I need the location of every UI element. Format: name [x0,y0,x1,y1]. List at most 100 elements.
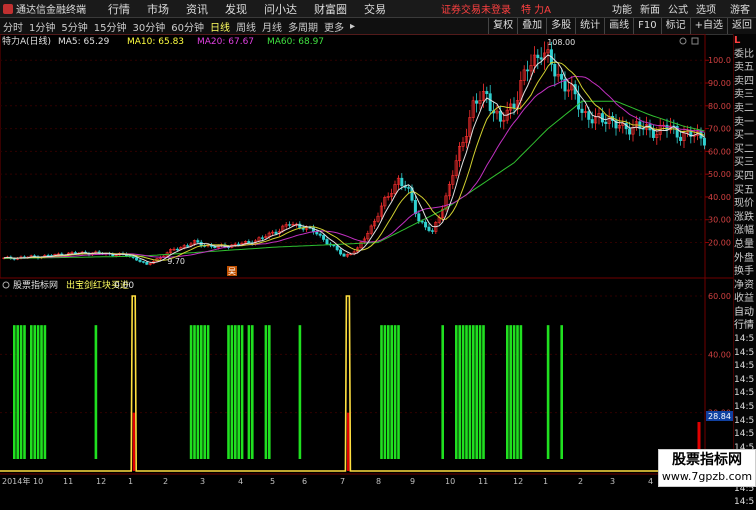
period-5[interactable]: 30分钟 [129,19,168,34]
price-tick-label: 60.00 [708,147,731,156]
quote-item: 买五 [734,184,754,196]
candle-body [539,57,543,60]
period-4[interactable]: 15分钟 [91,19,130,34]
indicator-green-bar [472,325,475,459]
tool-draw[interactable]: 画线 [604,18,633,34]
ma20-line [3,75,705,259]
menu-item-trade[interactable]: 交易 [364,1,386,17]
time-axis-label: 7 [340,477,345,486]
trade-time: 14:5 [734,497,755,508]
tool-stats[interactable]: 统计 [575,18,604,34]
menu-item-market[interactable]: 市场 [147,1,169,17]
indicator-green-bar [383,325,387,459]
candle-body [274,231,278,234]
candle-body [424,221,428,228]
ma60-line [3,100,705,259]
candle-body [679,136,683,141]
quote-item: 现价 [734,198,754,210]
chart-area[interactable]: 特力A (日线) MA5: 65.29 MA10: 65.83 MA20: 67.6… [0,34,733,487]
period-multi[interactable]: 多周期 [285,19,321,34]
menu-item-options[interactable]: 选项 [696,1,716,16]
period-6[interactable]: 60分钟 [168,19,207,34]
tool-adjust[interactable]: 复权 [488,18,517,34]
side-panel-corner: L [734,35,741,46]
menu-item-discover[interactable]: 发现 [225,1,247,17]
period-more[interactable]: 更多 [321,19,347,34]
indicator-green-bar [264,325,268,459]
candle-body [560,73,564,80]
menu-item-formula[interactable]: 公式 [668,1,688,16]
watermark-logo: 股票指标网 www.7gpzb.com [658,449,756,487]
candle-body [135,257,139,261]
indicator-green-bar [546,325,550,459]
app-title: 通达信金融终端 [16,5,86,16]
indicator-green-bar [516,325,519,459]
quote-item: 卖三 [734,89,754,101]
indicator-green-bar [247,325,251,459]
auto-label[interactable]: 自动 [734,306,756,320]
candle-body [318,233,322,236]
price-tick-label: 30.00 [708,216,731,225]
indicator-toggle-icon[interactable] [2,281,10,289]
login-status[interactable]: 证券交易未登录 [441,1,511,16]
top-right-menu: 功能 新面 公式 选项 游客 [604,0,756,17]
maximize-icon[interactable] [691,37,699,45]
candle-body [427,226,431,231]
quote-item: 净资 [734,279,754,291]
event-marker[interactable]: 吴 [227,266,237,276]
indicator-red-bar [346,412,350,471]
tool-back[interactable]: 返回 [727,18,756,34]
indicator-green-bar [458,325,461,459]
menu-item-wealth[interactable]: 财富圈 [314,1,347,17]
tool-f10[interactable]: F10 [633,18,660,34]
tool-add-watchlist[interactable]: +自选 [689,18,727,34]
quote-side-panel: L 委比 卖五 卖四 卖三 卖二 卖一 买一 买二 买三 买四 买五 现价 涨跌 涨幅 总量 外盘 换手 净资 收益… [733,34,756,507]
ma-label: MA5: 65.29 [58,37,110,47]
period-2[interactable]: 1分钟 [26,19,58,34]
indicator-current-value: 28.84 [706,411,733,421]
time-axis-label: 9 [410,477,415,486]
tool-multi-stock[interactable]: 多股 [546,18,575,34]
candle-body [141,261,145,263]
candle-body [138,259,142,262]
time-axis-label: 1 [543,477,548,486]
time-axis-label: 4 [648,477,653,486]
period-1[interactable]: 分时 [0,19,26,34]
time-axis-label: 3 [610,477,615,486]
indicator-green-bar [268,325,271,459]
period-label: (日线) [26,35,51,47]
menu-item-function[interactable]: 功能 [612,1,632,16]
period-daily[interactable]: 日线 [207,19,233,34]
period-monthly[interactable]: 月线 [259,19,285,34]
price-tick-label: 20.00 [708,239,731,248]
time-axis-label: 6 [302,477,307,486]
indicator-green-bar [390,325,393,459]
ma-label: MA60: 68.97 [267,37,324,47]
time-axis-label: 10 [33,477,43,486]
menu-item-quotes[interactable]: 行情 [108,1,130,17]
period-3[interactable]: 5分钟 [58,19,90,34]
tool-mark[interactable]: 标记 [660,18,690,34]
time-axis-label: 10 [445,477,455,486]
period-weekly[interactable]: 周线 [233,19,259,34]
quote-item: 涨跌 [734,211,754,223]
menu-item-news[interactable]: 资讯 [186,1,208,17]
tool-overlay[interactable]: 叠加 [517,18,546,34]
guest-user[interactable]: 游客 [730,1,750,16]
indicator-green-bar [16,325,19,459]
more-arrow-icon[interactable]: ▸ [347,21,358,32]
indicator-yellow-path [0,295,705,472]
chart-corner-controls[interactable] [679,37,699,45]
menu-item-ask[interactable]: 问小达 [264,1,297,17]
indicator-green-bar [203,325,206,459]
quote-item: 卖一 [734,116,754,128]
candle-body [145,261,149,265]
indicator-grid [0,295,705,414]
indicator-red-bar [132,412,136,471]
settings-icon[interactable] [679,37,687,45]
menu-item-new-page[interactable]: 新面 [640,1,660,16]
candle-body [600,113,604,123]
detail-label[interactable]: 行情 [734,319,756,333]
candle-body [488,93,492,112]
price-tick-label: 80.00 [708,102,731,111]
